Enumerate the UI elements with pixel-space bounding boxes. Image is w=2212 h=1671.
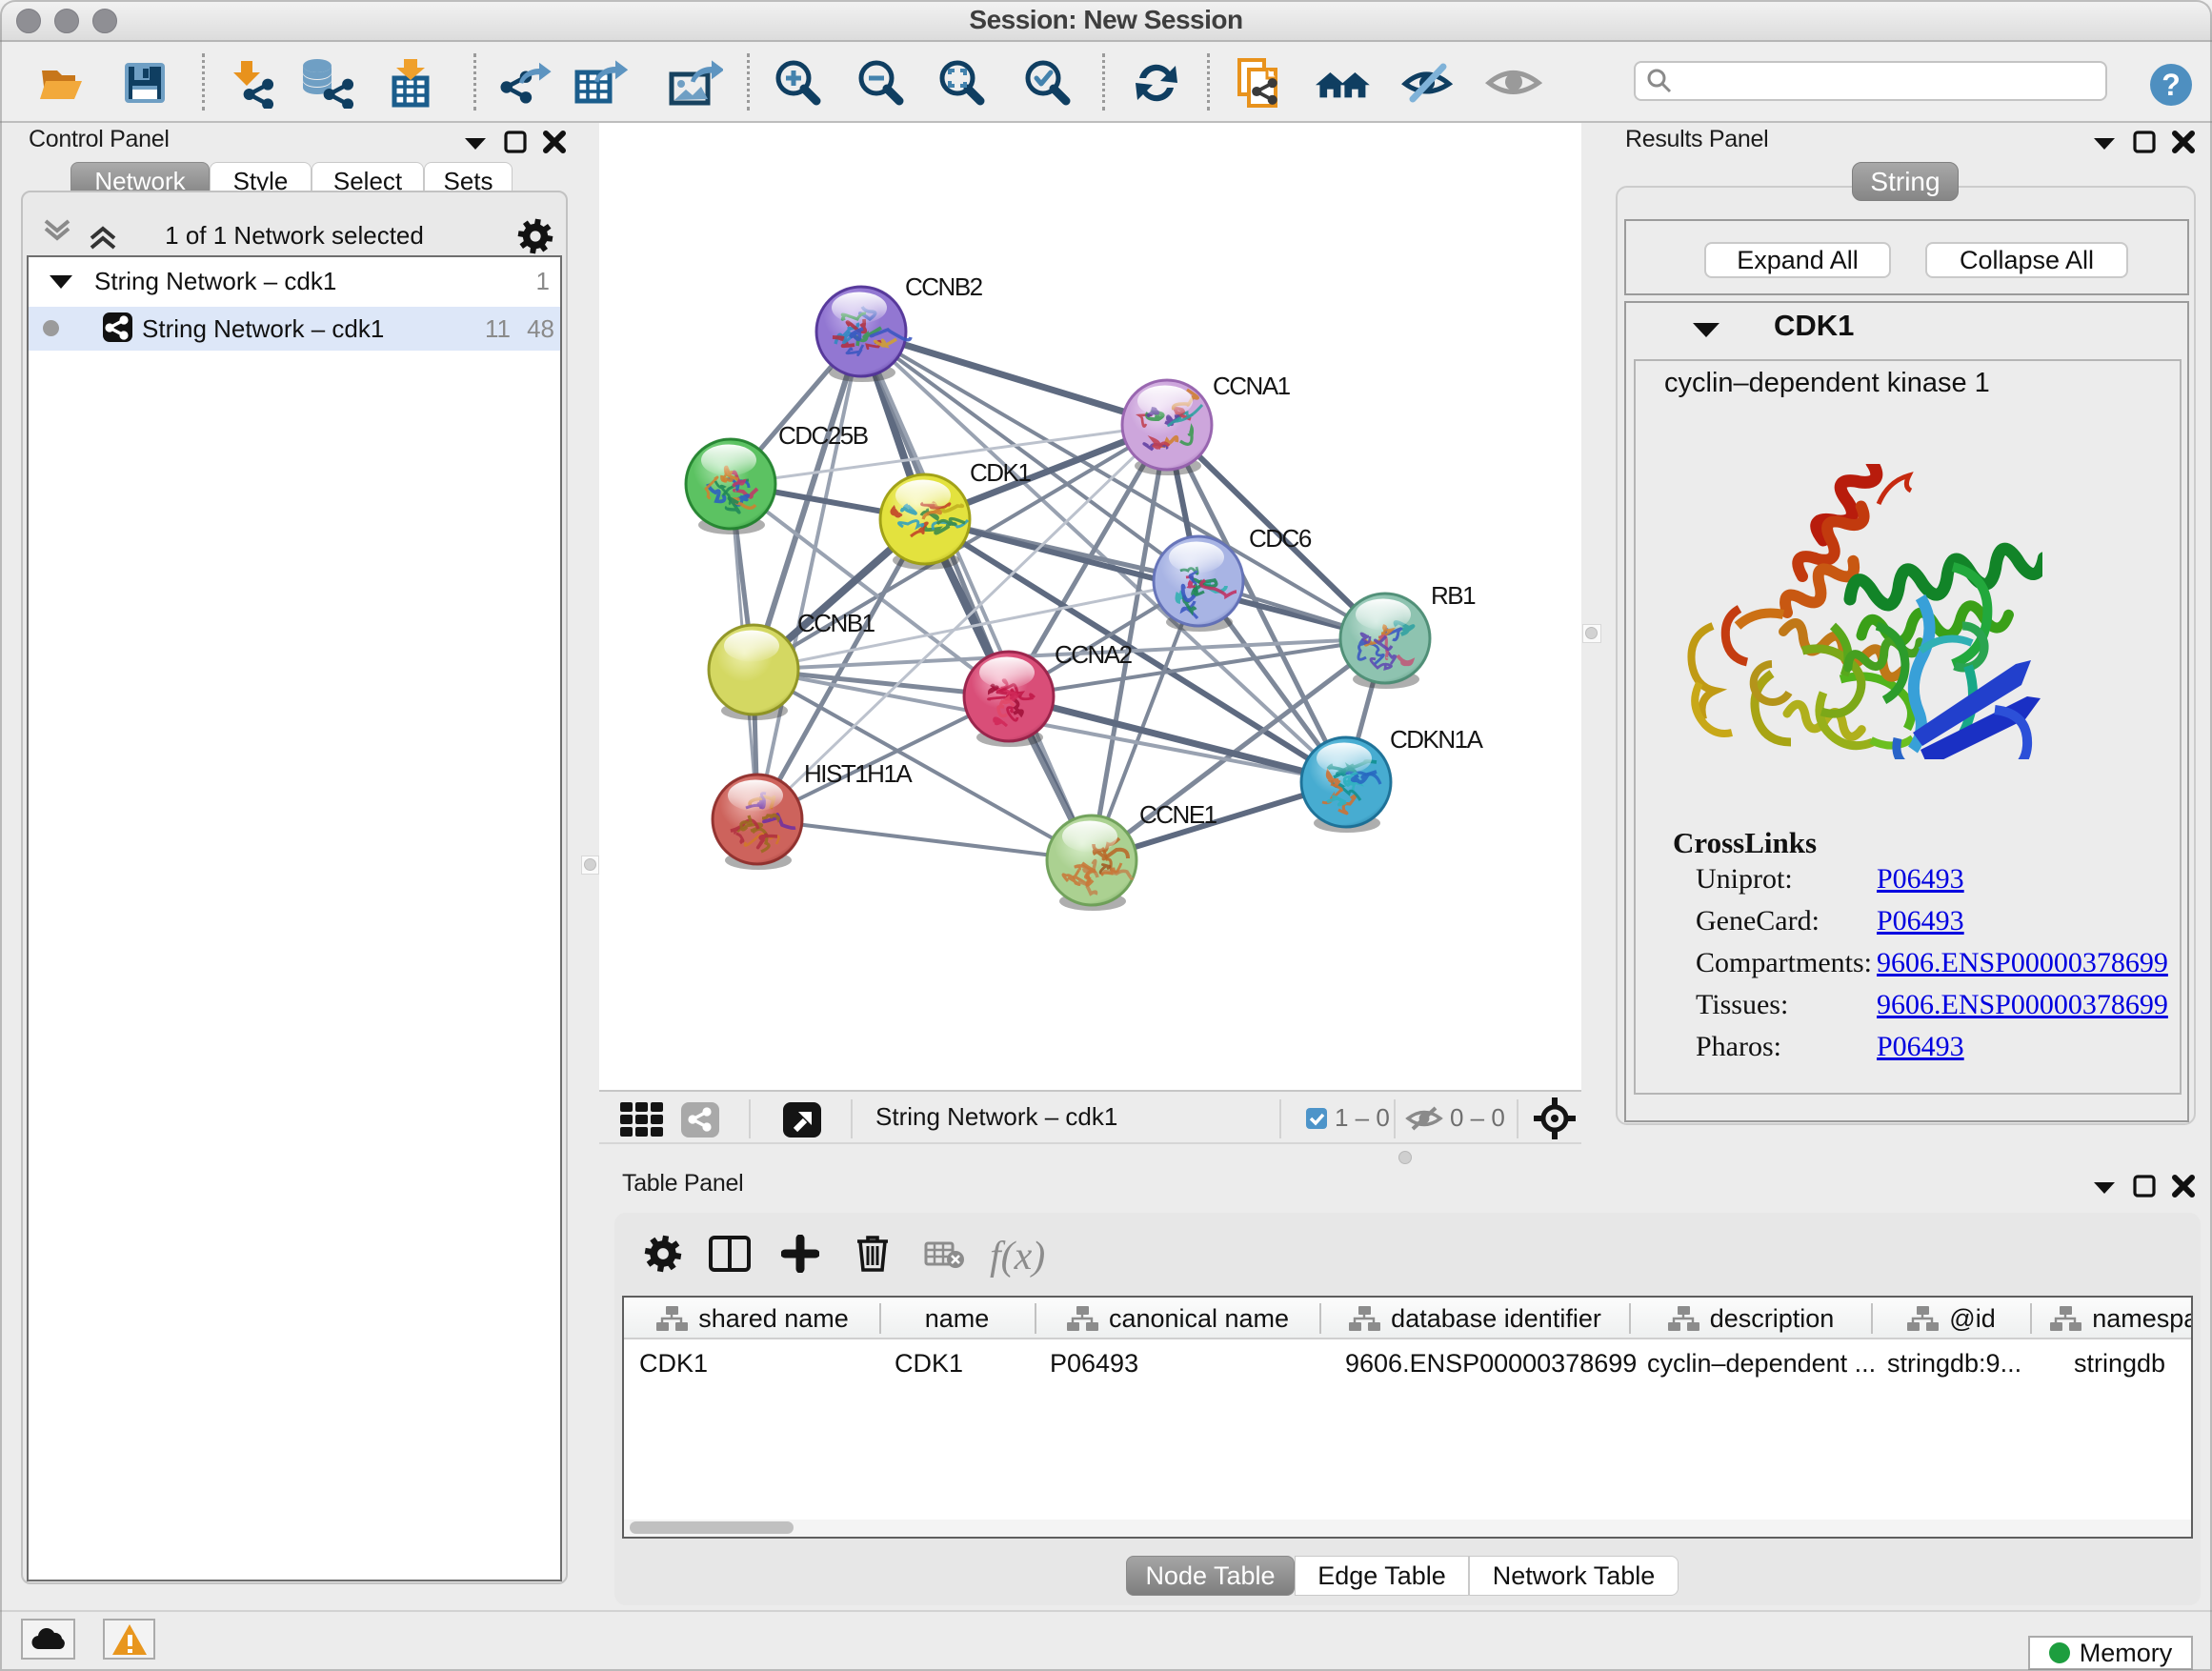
svg-text:CDC6: CDC6 — [1249, 524, 1312, 553]
svg-text:CDC25B: CDC25B — [778, 421, 868, 450]
svg-text:CCNB2: CCNB2 — [905, 272, 983, 301]
svg-text:HIST1H1A: HIST1H1A — [804, 759, 913, 788]
svg-text:CCNA1: CCNA1 — [1213, 372, 1291, 400]
svg-text:CCNB1: CCNB1 — [797, 609, 875, 637]
svg-text:RB1: RB1 — [1431, 581, 1476, 610]
svg-text:CCNA2: CCNA2 — [1055, 640, 1133, 669]
svg-text:CDKN1A: CDKN1A — [1390, 725, 1484, 754]
svg-text:CCNE1: CCNE1 — [1139, 800, 1217, 829]
svg-text:CDK1: CDK1 — [970, 458, 1031, 487]
